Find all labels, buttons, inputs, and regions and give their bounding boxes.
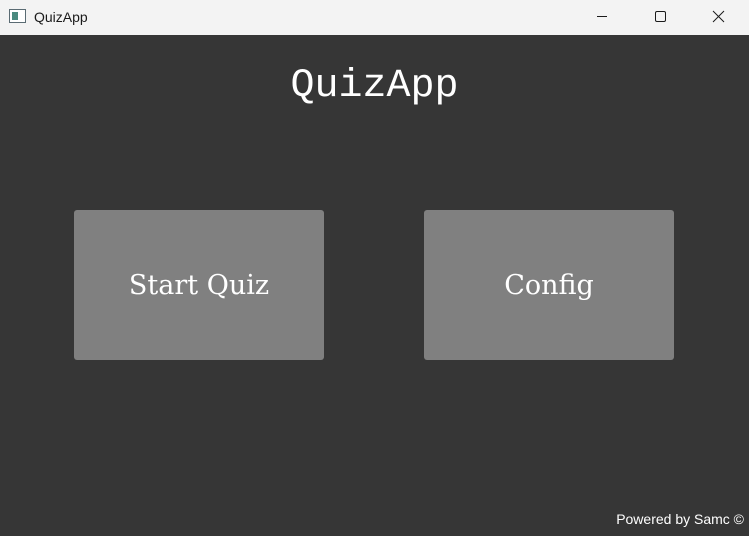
app-heading: QuizApp [290,64,459,109]
maximize-button[interactable] [637,0,683,35]
app-window-icon [9,9,26,23]
close-button[interactable] [695,0,741,35]
maximize-icon [655,11,666,22]
config-button[interactable]: Config [424,210,674,360]
app-window: QuizApp QuizApp Start Quiz Config Powere… [0,0,749,536]
start-quiz-button[interactable]: Start Quiz [74,210,324,360]
title-bar[interactable]: QuizApp [0,0,749,35]
minimize-icon [597,16,607,17]
window-title: QuizApp [34,9,88,25]
minimize-button[interactable] [579,0,625,35]
close-icon [712,10,725,23]
footer-credit: Powered by Samc © [616,511,744,527]
